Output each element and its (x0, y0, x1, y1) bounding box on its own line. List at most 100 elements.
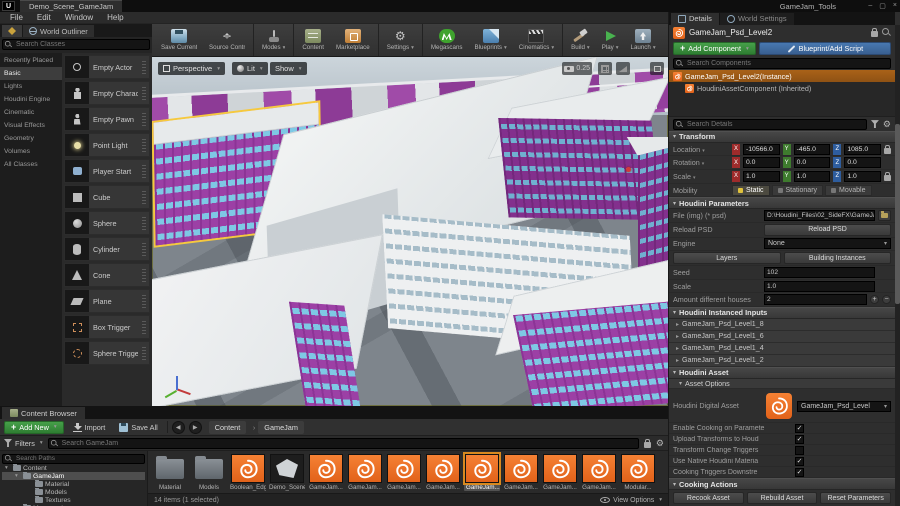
drag-handle-icon[interactable] (142, 216, 146, 230)
window-control-button[interactable]: × (893, 2, 897, 10)
lock-icon[interactable] (871, 28, 878, 38)
instanced-input-row[interactable]: GameJam_Psd_Level1_4 (669, 342, 895, 355)
section-instanced-inputs[interactable]: Houdini Instanced Inputs (669, 307, 895, 319)
category-item[interactable]: Houdini Engine (0, 93, 62, 106)
scale-z-field[interactable]: 1.0 (844, 170, 882, 182)
component-tree-root[interactable]: GameJam_Psd_Level2(Instance) (669, 70, 895, 83)
tree-row[interactable]: Models (2, 488, 145, 496)
drag-handle-icon[interactable] (142, 268, 146, 282)
asset-tile[interactable]: GameJam... (425, 454, 461, 491)
asset-tile[interactable]: GameJam... (542, 454, 578, 491)
asset-tile[interactable]: Demo_Scene... (269, 454, 305, 491)
filter-icon[interactable] (870, 120, 879, 129)
lock-icon[interactable] (884, 144, 892, 154)
breadcrumb-item[interactable]: GameJam (258, 420, 304, 434)
tab-place-actors[interactable] (2, 25, 22, 37)
checkbox[interactable] (795, 467, 804, 477)
actor-item[interactable]: Cylinder (64, 237, 150, 261)
drag-handle-icon[interactable] (142, 190, 146, 204)
menu-item[interactable]: File (3, 13, 30, 22)
section-houdini-asset[interactable]: Houdini Asset (669, 366, 895, 379)
seed-field[interactable]: 102 (764, 266, 875, 278)
cooking-action-button[interactable]: Recook Asset (673, 492, 744, 505)
save-all-button[interactable]: Save All (114, 421, 162, 434)
engine-dropdown[interactable]: None (764, 238, 891, 250)
browse-button[interactable] (878, 210, 891, 222)
category-item[interactable]: Volumes (0, 145, 62, 158)
rotation-z-field[interactable]: 0.0 (844, 157, 882, 169)
location-y-field[interactable]: -465.0 (793, 143, 831, 155)
search-paths-input[interactable] (2, 453, 145, 464)
layers-button[interactable]: Layers (673, 252, 781, 265)
drag-handle-icon[interactable] (142, 138, 146, 152)
scrollbar-thumb[interactable] (895, 124, 900, 304)
category-item[interactable]: Basic (0, 67, 62, 80)
actor-item[interactable]: Plane (64, 289, 150, 313)
settings-icon[interactable] (656, 439, 664, 448)
toolbar-button[interactable]: Megascans (425, 24, 469, 56)
actor-item[interactable]: Empty Pawn (64, 107, 150, 131)
tab-details[interactable]: Details (671, 12, 719, 25)
section-asset-options[interactable]: Asset Options (669, 378, 895, 390)
view-options-button[interactable]: View Options (600, 497, 662, 504)
search-assets-input[interactable] (47, 437, 639, 449)
checkbox[interactable] (795, 434, 804, 444)
component-tree-child[interactable]: HoudiniAssetComponent (Inherited) (669, 82, 895, 94)
increment-button[interactable] (870, 295, 879, 305)
location-label[interactable]: Location (673, 145, 729, 154)
rotation-snap-button[interactable] (616, 62, 630, 75)
rotation-y-field[interactable]: 0.0 (793, 157, 831, 169)
filters-button[interactable]: Filters (4, 439, 43, 448)
cooking-action-button[interactable]: Reset Parameters (820, 492, 892, 505)
tree-row[interactable]: Textures (2, 496, 145, 504)
scale-label[interactable]: Scale (673, 172, 729, 181)
tree-row[interactable]: Material (2, 480, 145, 488)
digital-asset-dropdown[interactable]: GameJam_Psd_Level (797, 401, 891, 413)
asset-tile[interactable]: Material (152, 454, 188, 491)
mobility-option[interactable]: Stationary (771, 184, 824, 196)
section-houdini-parameters[interactable]: Houdini Parameters (669, 197, 895, 210)
asset-tile[interactable]: GameJam... (347, 454, 383, 491)
asset-tile[interactable]: Boolean_Edge... (230, 454, 266, 491)
asset-tile[interactable]: Models (191, 454, 227, 491)
tree-row[interactable]: ▾ Content (2, 464, 145, 472)
rotation-label[interactable]: Rotation (673, 158, 729, 167)
add-new-button[interactable]: Add New (4, 420, 64, 434)
menu-item[interactable]: Edit (30, 13, 58, 22)
tab-content-browser[interactable]: Content Browser (2, 407, 85, 419)
rotation-x-field[interactable]: 0.0 (743, 157, 780, 169)
grid-snap-button[interactable] (598, 62, 612, 75)
drag-handle-icon[interactable] (142, 86, 146, 100)
blueprint-add-script-button[interactable]: Blueprint/Add Script (758, 42, 891, 56)
location-x-field[interactable]: -10566.0 (743, 143, 780, 155)
toolbar-button[interactable]: Settings (381, 24, 423, 56)
category-item[interactable]: Visual Effects (0, 119, 62, 132)
search-components-input[interactable] (673, 58, 891, 70)
search-details-input[interactable] (673, 118, 867, 130)
section-cooking-actions[interactable]: Cooking Actions (669, 478, 895, 491)
scale-x-field[interactable]: 1.0 (743, 170, 780, 182)
category-item[interactable]: Lights (0, 80, 62, 93)
checkbox[interactable] (795, 456, 804, 466)
lock-icon[interactable] (643, 438, 651, 448)
mobility-option[interactable]: Static (732, 184, 770, 196)
asset-tile[interactable]: GameJam... (463, 452, 501, 491)
toolbar-button[interactable]: Launch (625, 24, 662, 56)
asset-tile[interactable]: Modular... (620, 454, 656, 491)
toolbar-button[interactable]: Content (296, 24, 330, 56)
decrement-button[interactable] (882, 295, 891, 305)
toolbar-button[interactable]: Cinematics (513, 24, 564, 56)
location-z-field[interactable]: 1085.0 (844, 143, 882, 155)
back-button[interactable]: ◀ (171, 420, 185, 434)
houses-field[interactable]: 2 (764, 294, 867, 306)
expander-icon[interactable]: ▾ (15, 473, 21, 479)
building-instances-button[interactable]: Building Instances (783, 252, 891, 265)
drag-handle-icon[interactable] (142, 164, 146, 178)
tab-world-outliner[interactable]: World Outliner (23, 25, 94, 37)
camera-speed-button[interactable]: 0.25 (562, 62, 592, 75)
perspective-button[interactable]: Perspective (158, 62, 225, 75)
category-item[interactable]: Geometry (0, 132, 62, 145)
asset-tile[interactable]: GameJam... (581, 454, 617, 491)
3d-viewport[interactable]: Perspective Lit Show 0.25 (152, 57, 668, 406)
mobility-option[interactable]: Movable (825, 184, 872, 196)
